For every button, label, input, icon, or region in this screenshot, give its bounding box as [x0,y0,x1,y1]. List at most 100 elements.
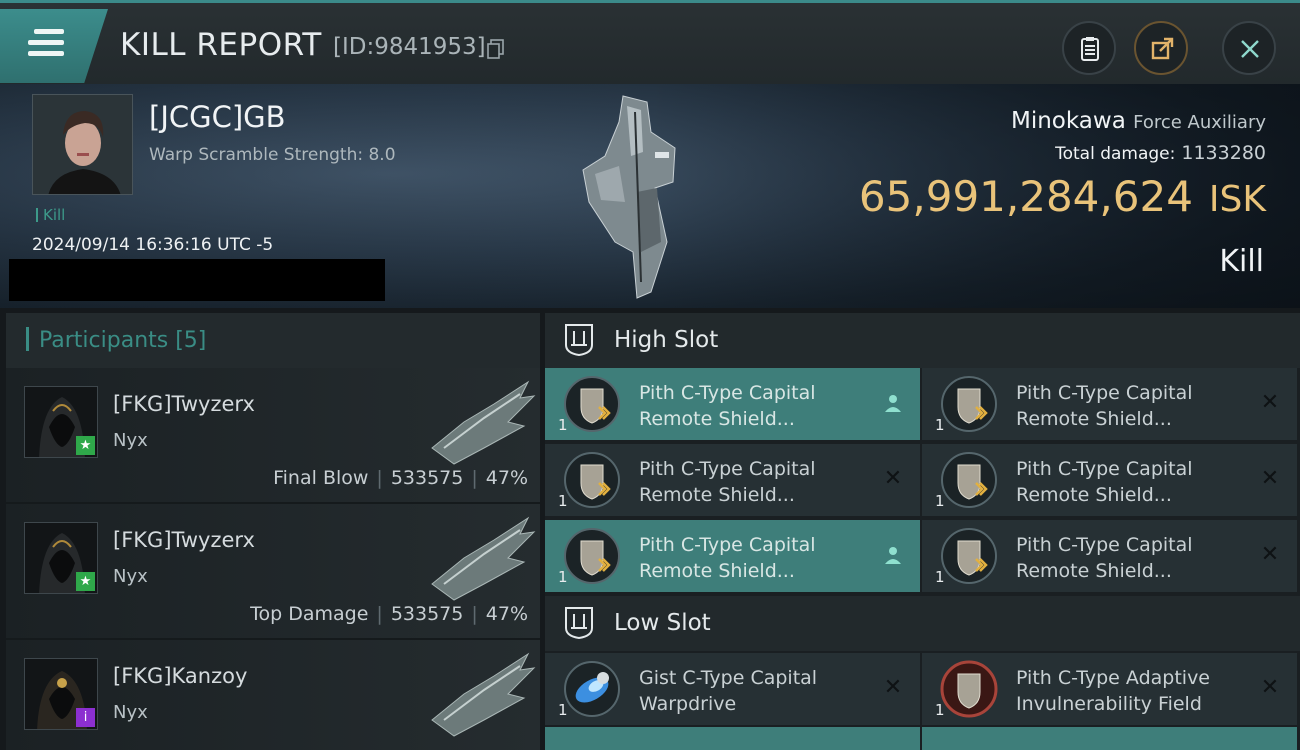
warp-scramble-strength: Warp Scramble Strength: 8.0 [149,145,396,165]
participants-title: Participants [5] [26,327,206,353]
low-slot-header: Low Slot [545,596,1300,651]
dropped-pilot-icon [882,392,904,414]
participant-damage: 533575 [390,603,464,625]
star-icon: ★ [76,572,95,591]
high-slot-icon [565,324,593,357]
low-slot-icon [565,607,593,640]
share-icon [1151,37,1174,60]
victim-banner: [JCGC]GB Warp Scramble Strength: 8.0 Kil… [0,84,1300,308]
destroyed-icon: ✕ [1260,675,1280,700]
module-quantity: 1 [558,568,568,586]
total-damage-label: Total damage: [1055,144,1176,164]
module-tile-partial[interactable] [922,727,1297,750]
module-tile[interactable]: 1 Pith C-Type Adaptive Invulnerability Fi… [922,653,1297,725]
dropped-pilot-icon [882,544,904,566]
clipboard-icon [1081,37,1099,61]
module-name: Pith C-Type Capital Remote Shield... [639,458,816,506]
participant-ship: Nyx [113,566,148,587]
shield-module-icon [941,452,997,508]
participant-ship: Nyx [113,430,148,451]
participant-ship: Nyx [113,702,148,723]
participant-ship-image[interactable] [424,514,536,602]
star-icon: ★ [76,436,95,455]
module-name: Pith C-Type Capital Remote Shield... [1016,534,1193,582]
invulnerability-field-icon [940,660,998,718]
info-icon: i [76,708,95,727]
shield-module-icon [564,528,620,584]
participant-name[interactable]: [FKG]Kanzoy [113,664,247,688]
module-tile[interactable]: 1 Pith C-Type Capital Remote Shield... ✕ [922,444,1297,516]
top-bar: KILL REPORT [ID:9841953] [0,0,1300,84]
module-tile-partial[interactable] [545,727,920,750]
ship-class: Force Auxiliary [1133,112,1266,133]
destroyed-icon: ✕ [1260,466,1280,491]
participant-stats: Final Blow | 533575 | 47% [273,467,528,489]
module-tile[interactable]: 1 Pith C-Type Capital Remote Shield... [545,368,920,440]
module-tile[interactable]: 1 Pith C-Type Capital Remote Shield... ✕ [922,520,1297,592]
module-quantity: 1 [935,568,945,586]
shield-module-icon [564,452,620,508]
redacted-block [9,259,385,301]
isk-unit: ISK [1208,179,1266,220]
close-icon [1241,40,1259,58]
participant-ship-image[interactable] [424,650,536,738]
participant-role: Top Damage [250,603,369,625]
victim-name[interactable]: [JCGC]GB [149,100,286,134]
participant-ship-image[interactable] [424,378,536,466]
participant-stats: Top Damage | 533575 | 47% [250,603,528,625]
high-slot-title: High Slot [614,327,719,353]
participant-role: Final Blow [273,467,369,489]
destroyed-icon: ✕ [883,466,903,491]
participant-percent: 47% [485,467,528,489]
module-quantity: 1 [935,701,945,719]
isk-value: 65,991,284,624 ISK [859,172,1266,221]
module-quantity: 1 [558,416,568,434]
isk-amount: 65,991,284,624 [858,172,1193,221]
participant-name[interactable]: [FKG]Twyzerx [113,392,255,416]
participants-header: Participants [5] [6,313,540,368]
clipboard-button[interactable] [1062,21,1116,75]
participant-damage: 533575 [390,467,464,489]
shield-module-icon [941,528,997,584]
kill-timestamp: 2024/09/14 16:36:16 UTC -5 [32,235,274,255]
warpdrive-module-icon [564,661,620,717]
module-tile[interactable]: 1 Pith C-Type Capital Remote Shield... ✕ [922,368,1297,440]
module-name: Pith C-Type Capital Remote Shield... [1016,382,1193,430]
destroyed-icon: ✕ [883,675,903,700]
module-name: Pith C-Type Capital Remote Shield... [639,382,816,430]
low-slot-title: Low Slot [614,610,711,636]
participant-row[interactable]: ★ [FKG]Twyzerx Nyx Final Blow | 533575 | 47% [6,368,540,504]
report-id: [ID:9841953] [333,34,486,60]
module-tile[interactable]: 1 Gist C-Type Capital Warpdrive ✕ [545,653,920,725]
copy-icon[interactable] [487,39,504,59]
victim-ship-image[interactable] [575,92,685,302]
kill-result: Kill [1219,244,1264,279]
fitting-panel: High Slot 1 Pith C-Type Capital Remote Sh… [545,313,1300,750]
module-tile[interactable]: 1 Pith C-Type Capital Remote Shield... ✕ [545,444,920,516]
high-slot-header: High Slot [545,313,1300,368]
shield-module-icon [941,376,997,432]
module-name: Pith C-Type Adaptive Invulnerability Fiel… [1016,667,1210,715]
close-button[interactable] [1222,21,1276,75]
module-name: Gist C-Type Capital Warpdrive [639,667,818,715]
participant-row[interactable]: ★ [FKG]Twyzerx Nyx Top Damage | 533575 | 47% [6,504,540,640]
module-quantity: 1 [558,492,568,510]
participant-row[interactable]: i [FKG]Kanzoy Nyx [6,640,540,750]
victim-portrait[interactable] [32,94,133,195]
module-name: Pith C-Type Capital Remote Shield... [639,534,816,582]
menu-button[interactable] [0,9,108,83]
ship-name-text: Minokawa [1010,108,1126,134]
hamburger-icon [28,29,64,62]
page-title: KILL REPORT [120,27,322,63]
module-name: Pith C-Type Capital Remote Shield... [1016,458,1193,506]
module-quantity: 1 [558,701,568,719]
module-quantity: 1 [935,492,945,510]
share-button[interactable] [1134,21,1188,75]
total-damage: Total damage: 1133280 [1055,142,1266,164]
participant-percent: 47% [485,603,528,625]
participant-name[interactable]: [FKG]Twyzerx [113,528,255,552]
module-tile[interactable]: 1 Pith C-Type Capital Remote Shield... [545,520,920,592]
victim-ship-name[interactable]: Minokawa Force Auxiliary [1011,108,1266,134]
total-damage-value: 1133280 [1181,142,1266,164]
shield-module-icon [564,376,620,432]
